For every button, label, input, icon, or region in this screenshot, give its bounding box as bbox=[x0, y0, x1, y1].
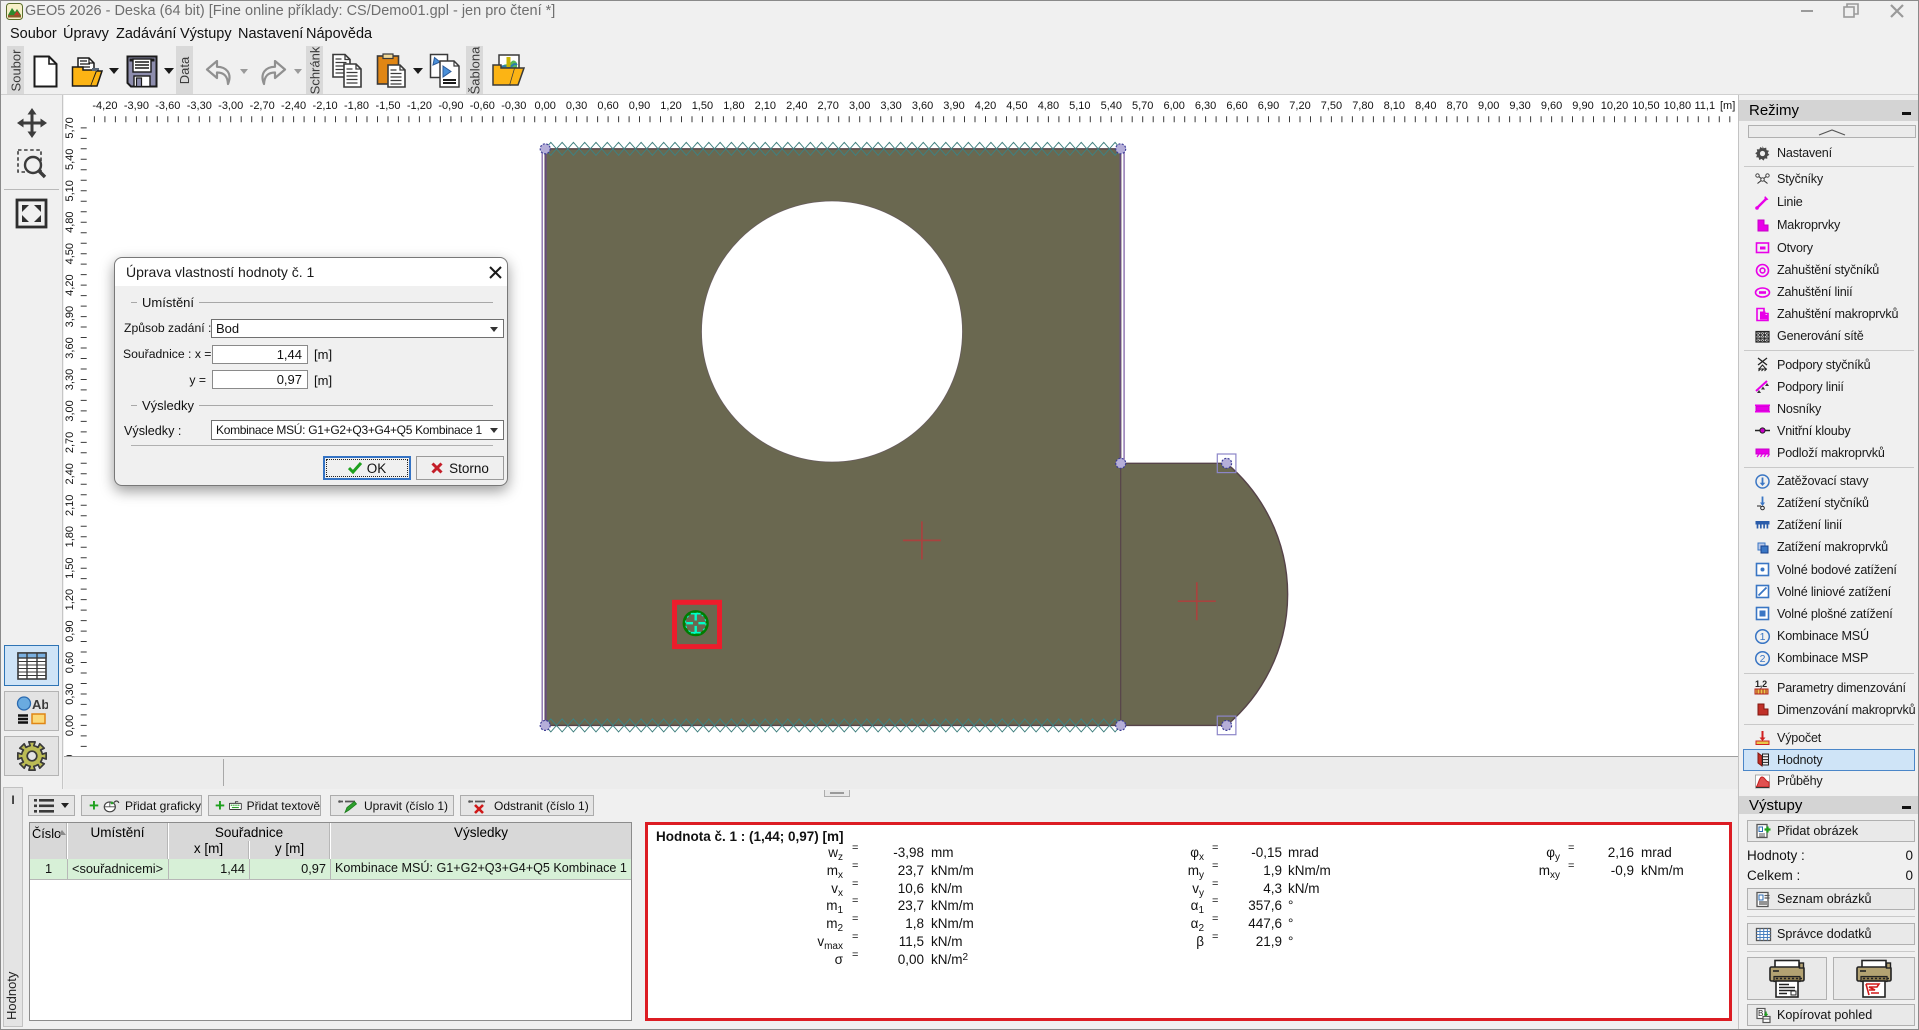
svg-text:0,30: 0,30 bbox=[566, 100, 587, 112]
svg-text:-2,70: -2,70 bbox=[250, 100, 275, 112]
svg-text:10,50: 10,50 bbox=[1632, 100, 1660, 112]
svg-text:6,00: 6,00 bbox=[1163, 100, 1184, 112]
svg-text:1,80: 1,80 bbox=[723, 100, 744, 112]
svg-text:7,20: 7,20 bbox=[1289, 100, 1310, 112]
svg-text:-1,20: -1,20 bbox=[407, 100, 432, 112]
svg-text:5,10: 5,10 bbox=[64, 180, 76, 201]
svg-text:1,80: 1,80 bbox=[64, 526, 76, 547]
svg-text:3,60: 3,60 bbox=[912, 100, 933, 112]
svg-text:5,10: 5,10 bbox=[1069, 100, 1090, 112]
svg-text:1,20: 1,20 bbox=[660, 100, 681, 112]
svg-text:-4,20: -4,20 bbox=[92, 100, 117, 112]
svg-text:1,2: 1,2 bbox=[1755, 679, 1767, 689]
svg-text:2,40: 2,40 bbox=[786, 100, 807, 112]
svg-text:0,00: 0,00 bbox=[64, 715, 76, 736]
svg-text:Ab: Ab bbox=[32, 697, 48, 712]
svg-text:4,80: 4,80 bbox=[64, 211, 76, 232]
svg-text:11,1: 11,1 bbox=[1695, 100, 1716, 112]
svg-text:-2,10: -2,10 bbox=[313, 100, 338, 112]
svg-text:4,80: 4,80 bbox=[1038, 100, 1059, 112]
svg-text:8,10: 8,10 bbox=[1384, 100, 1405, 112]
svg-text:7,50: 7,50 bbox=[1321, 100, 1342, 112]
svg-text:9,90: 9,90 bbox=[1572, 100, 1593, 112]
svg-text:-1,80: -1,80 bbox=[344, 100, 369, 112]
svg-text:6,60: 6,60 bbox=[1226, 100, 1247, 112]
svg-text:6,90: 6,90 bbox=[1258, 100, 1279, 112]
svg-text:5,40: 5,40 bbox=[1101, 100, 1122, 112]
svg-text:-3,00: -3,00 bbox=[218, 100, 243, 112]
svg-text:1: 1 bbox=[1760, 631, 1766, 643]
svg-text:5,40: 5,40 bbox=[64, 149, 76, 170]
svg-text:2,10: 2,10 bbox=[755, 100, 776, 112]
svg-text:8,40: 8,40 bbox=[1415, 100, 1436, 112]
svg-text:2,40: 2,40 bbox=[64, 463, 76, 484]
svg-text:10,80: 10,80 bbox=[1664, 100, 1692, 112]
svg-text:1,50: 1,50 bbox=[692, 100, 713, 112]
svg-text:3,60: 3,60 bbox=[64, 337, 76, 358]
svg-text:0,30: 0,30 bbox=[64, 683, 76, 704]
svg-text:3,30: 3,30 bbox=[64, 369, 76, 390]
svg-text:10,20: 10,20 bbox=[1601, 100, 1629, 112]
svg-text:4,20: 4,20 bbox=[64, 274, 76, 295]
svg-text:0,90: 0,90 bbox=[64, 620, 76, 641]
svg-text:8,70: 8,70 bbox=[1446, 100, 1467, 112]
svg-text:0,60: 0,60 bbox=[597, 100, 618, 112]
svg-text:1,50: 1,50 bbox=[64, 557, 76, 578]
svg-text:-0,30: -0,30 bbox=[501, 100, 526, 112]
svg-text:3,90: 3,90 bbox=[64, 306, 76, 327]
svg-text:3,90: 3,90 bbox=[943, 100, 964, 112]
svg-text:-1,50: -1,50 bbox=[375, 100, 400, 112]
svg-text:-2,40: -2,40 bbox=[281, 100, 306, 112]
svg-text:9,60: 9,60 bbox=[1541, 100, 1562, 112]
svg-text:-0,60: -0,60 bbox=[470, 100, 495, 112]
svg-text:9,00: 9,00 bbox=[1478, 100, 1499, 112]
svg-text:2,70: 2,70 bbox=[64, 432, 76, 453]
svg-text:4,50: 4,50 bbox=[1006, 100, 1027, 112]
svg-text:2,70: 2,70 bbox=[817, 100, 838, 112]
svg-text:1,20: 1,20 bbox=[64, 589, 76, 610]
svg-text:5,70: 5,70 bbox=[64, 117, 76, 138]
svg-text:-3,60: -3,60 bbox=[155, 100, 180, 112]
svg-text:0,00: 0,00 bbox=[534, 100, 555, 112]
svg-text:-0,90: -0,90 bbox=[438, 100, 463, 112]
svg-text:7,80: 7,80 bbox=[1352, 100, 1373, 112]
svg-text:2: 2 bbox=[1760, 653, 1766, 665]
svg-text:0,60: 0,60 bbox=[64, 652, 76, 673]
svg-text:5,70: 5,70 bbox=[1132, 100, 1153, 112]
svg-text:-3,90: -3,90 bbox=[124, 100, 149, 112]
svg-text:3,00: 3,00 bbox=[64, 400, 76, 421]
svg-text:0,90: 0,90 bbox=[629, 100, 650, 112]
svg-text:3,30: 3,30 bbox=[880, 100, 901, 112]
svg-text:9,30: 9,30 bbox=[1509, 100, 1530, 112]
svg-text:4,20: 4,20 bbox=[975, 100, 996, 112]
svg-text:4,50: 4,50 bbox=[64, 243, 76, 264]
svg-text:2,10: 2,10 bbox=[64, 495, 76, 516]
svg-text:[m]: [m] bbox=[1720, 100, 1735, 112]
svg-text:3,00: 3,00 bbox=[849, 100, 870, 112]
svg-text:6,30: 6,30 bbox=[1195, 100, 1216, 112]
svg-text:-3,30: -3,30 bbox=[187, 100, 212, 112]
